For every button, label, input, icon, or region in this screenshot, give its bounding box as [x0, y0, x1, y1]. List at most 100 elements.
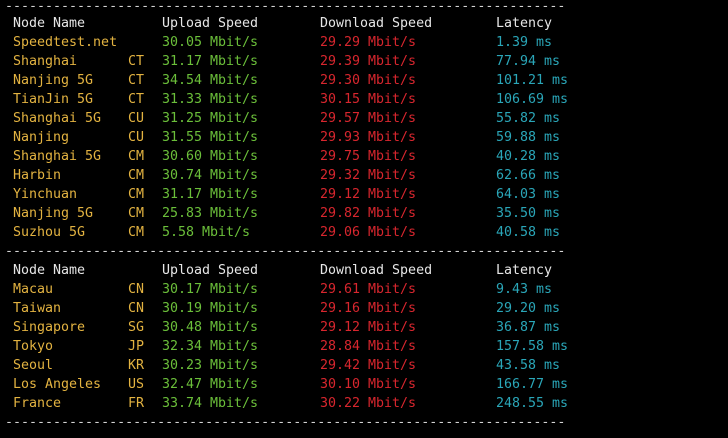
download-speed: 29.93 Mbit/s — [320, 130, 417, 145]
download-speed: 29.61 Mbit/s — [320, 282, 417, 297]
table-row: Taiwan CN 30.19 Mbit/s 29.16 Mbit/s 29.20 ms — [0, 299, 728, 318]
download-speed: 29.57 Mbit/s — [320, 111, 417, 126]
table-row: Shanghai 5G CU 31.25 Mbit/s 29.57 Mbit/s 55.… — [0, 109, 728, 128]
node-name: Nanjing 5G — [13, 73, 94, 88]
latency: 166.77 ms — [496, 377, 569, 392]
node-name: Seoul — [13, 358, 54, 373]
latency: 40.58 ms — [496, 225, 561, 240]
node-code: CU — [128, 111, 145, 126]
upload-speed: 30.60 Mbit/s — [162, 149, 259, 164]
download-speed: 29.12 Mbit/s — [320, 187, 417, 202]
latency: 101.21 ms — [496, 73, 569, 88]
latency: 43.58 ms — [496, 358, 561, 373]
table-row: Shanghai CT 31.17 Mbit/s 29.39 Mbit/s 77.94 … — [0, 52, 728, 71]
table-row: Shanghai 5G CM 30.60 Mbit/s 29.75 Mbit/s 40.… — [0, 147, 728, 166]
download-speed: 29.16 Mbit/s — [320, 301, 417, 316]
header-node-name: Node Name — [13, 263, 86, 278]
upload-speed: 30.17 Mbit/s — [162, 282, 259, 297]
latency: 9.43 ms — [496, 282, 553, 297]
separator-line: ----------------------------------------… — [5, 415, 566, 430]
download-speed: 30.10 Mbit/s — [320, 377, 417, 392]
table-row: Singapore SG 30.48 Mbit/s 29.12 Mbit/s 36.87… — [0, 318, 728, 337]
latency: 40.28 ms — [496, 149, 561, 164]
header-node-name: Node Name — [13, 16, 86, 31]
header-download-speed: Download Speed — [320, 263, 433, 278]
upload-speed: 5.58 Mbit/s — [162, 225, 251, 240]
node-code: CM — [128, 149, 145, 164]
upload-speed: 33.74 Mbit/s — [162, 396, 259, 411]
latency: 59.88 ms — [496, 130, 561, 145]
upload-speed: 30.05 Mbit/s — [162, 35, 259, 50]
upload-speed: 30.48 Mbit/s — [162, 320, 259, 335]
node-code: CN — [128, 282, 145, 297]
node-code: CM — [128, 187, 145, 202]
node-code: CM — [128, 225, 145, 240]
download-speed: 30.22 Mbit/s — [320, 396, 417, 411]
download-speed: 29.30 Mbit/s — [320, 73, 417, 88]
node-name: Yinchuan — [13, 187, 78, 202]
table-row: Tokyo JP 32.34 Mbit/s 28.84 Mbit/s 157.58 ms — [0, 337, 728, 356]
node-name: Singapore — [13, 320, 86, 335]
node-name: Shanghai 5G — [13, 111, 102, 126]
upload-speed: 30.74 Mbit/s — [162, 168, 259, 183]
table-header: Node Name Upload Speed Download Speed La… — [0, 261, 728, 280]
table-row: TianJin 5G CT 31.33 Mbit/s 30.15 Mbit/s 106.… — [0, 90, 728, 109]
table-header: Node Name Upload Speed Download Speed La… — [0, 14, 728, 33]
header-upload-speed: Upload Speed — [162, 16, 259, 31]
table-row: Nanjing CU 31.55 Mbit/s 29.93 Mbit/s 59.88 m… — [0, 128, 728, 147]
table-row: Nanjing 5G CM 25.83 Mbit/s 29.82 Mbit/s 35.5… — [0, 204, 728, 223]
header-upload-speed: Upload Speed — [162, 263, 259, 278]
table-row: Los Angeles US 32.47 Mbit/s 30.10 Mbit/s 166… — [0, 375, 728, 394]
table-row: France FR 33.74 Mbit/s 30.22 Mbit/s 248.55 m… — [0, 394, 728, 413]
node-name: Macau — [13, 282, 54, 297]
node-name: TianJin 5G — [13, 92, 94, 107]
node-name: Shanghai — [13, 54, 78, 69]
latency: 36.87 ms — [496, 320, 561, 335]
table-row: Harbin CM 30.74 Mbit/s 29.32 Mbit/s 62.66 ms — [0, 166, 728, 185]
download-speed: 29.39 Mbit/s — [320, 54, 417, 69]
node-code: CT — [128, 73, 145, 88]
upload-speed: 31.17 Mbit/s — [162, 54, 259, 69]
table-row: Speedtest.net 30.05 Mbit/s 29.29 Mbit/s 1.3… — [0, 33, 728, 52]
upload-speed: 31.33 Mbit/s — [162, 92, 259, 107]
download-speed: 29.42 Mbit/s — [320, 358, 417, 373]
download-speed: 29.75 Mbit/s — [320, 149, 417, 164]
latency: 64.03 ms — [496, 187, 561, 202]
latency: 35.50 ms — [496, 206, 561, 221]
node-code: KR — [128, 358, 145, 373]
latency: 62.66 ms — [496, 168, 561, 183]
node-code: CT — [128, 54, 145, 69]
header-latency: Latency — [496, 16, 553, 31]
upload-speed: 31.17 Mbit/s — [162, 187, 259, 202]
node-name: Suzhou 5G — [13, 225, 86, 240]
node-code: CT — [128, 92, 145, 107]
upload-speed: 32.34 Mbit/s — [162, 339, 259, 354]
header-download-speed: Download Speed — [320, 16, 433, 31]
header-latency: Latency — [496, 263, 553, 278]
upload-speed: 31.55 Mbit/s — [162, 130, 259, 145]
latency: 106.69 ms — [496, 92, 569, 107]
download-speed: 29.06 Mbit/s — [320, 225, 417, 240]
download-speed: 29.12 Mbit/s — [320, 320, 417, 335]
upload-speed: 30.23 Mbit/s — [162, 358, 259, 373]
node-code: US — [128, 377, 145, 392]
node-name: Nanjing 5G — [13, 206, 94, 221]
upload-speed: 25.83 Mbit/s — [162, 206, 259, 221]
node-code: SG — [128, 320, 145, 335]
download-speed: 29.82 Mbit/s — [320, 206, 417, 221]
table-row: Yinchuan CM 31.17 Mbit/s 29.12 Mbit/s 64.03 … — [0, 185, 728, 204]
node-code: JP — [128, 339, 145, 354]
upload-speed: 30.19 Mbit/s — [162, 301, 259, 316]
upload-speed: 34.54 Mbit/s — [162, 73, 259, 88]
node-name: Shanghai 5G — [13, 149, 102, 164]
separator-line: ----------------------------------------… — [5, 244, 566, 259]
node-code: FR — [128, 396, 145, 411]
latency: 157.58 ms — [496, 339, 569, 354]
download-speed: 28.84 Mbit/s — [320, 339, 417, 354]
node-code: CN — [128, 301, 145, 316]
node-code: CM — [128, 168, 145, 183]
node-name: Speedtest.net — [13, 35, 118, 50]
table-row: Nanjing 5G CT 34.54 Mbit/s 29.30 Mbit/s 101.… — [0, 71, 728, 90]
node-name: Nanjing — [13, 130, 70, 145]
terminal-window: ----------------------------------------… — [0, 0, 728, 438]
